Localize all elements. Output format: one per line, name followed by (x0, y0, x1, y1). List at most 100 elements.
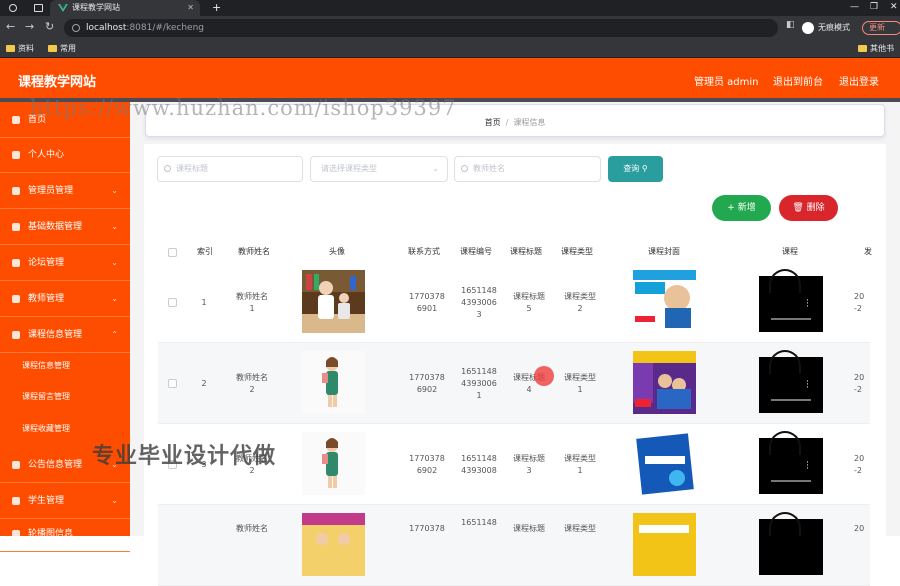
video-progress-bar[interactable] (771, 480, 811, 482)
course-type-placeholder: 请选择课程类型 (321, 164, 377, 173)
cell-type: 课程类型 1 (564, 454, 596, 475)
chevron-up-icon: ⌃ (111, 330, 118, 339)
cell-phone: 1770378 6901 (409, 292, 445, 313)
course-video-player[interactable]: · · · (759, 350, 823, 413)
teacher-avatar-image[interactable] (302, 513, 365, 576)
add-button[interactable]: + 新增 (712, 195, 771, 221)
student-icon (12, 497, 20, 505)
forum-icon (12, 259, 20, 267)
cell-title: 课程标题 (513, 524, 545, 533)
course-title-search-input[interactable]: 课程标题 (157, 156, 303, 182)
select-all-checkbox[interactable] (168, 248, 177, 257)
course-cover-image[interactable] (633, 351, 696, 414)
cell-code: 1651148 4393008 (461, 454, 497, 475)
video-decoration (769, 512, 801, 536)
video-progress-bar[interactable] (771, 399, 811, 401)
incognito-profile[interactable]: 无痕模式 (802, 20, 850, 36)
browser-tab[interactable]: 课程教学网站 ✕ (50, 0, 200, 16)
search-icon: ⚲ (641, 164, 648, 173)
cell-code: 1651148 4393006 1 (461, 367, 497, 400)
site-title: 课程教学网站 (18, 75, 97, 90)
bookmark-folder-ziliao[interactable]: 资料 (4, 40, 34, 58)
sidebar-item-teacher[interactable]: 教师管理 ⌄ (0, 281, 130, 317)
cell-type: 课程类型 (564, 524, 596, 533)
sidebar-subitem-course-info[interactable]: 课程信息管理 (0, 350, 130, 382)
course-type-select[interactable]: 请选择课程类型 ⌄ (310, 156, 448, 182)
sidebar-item-admin[interactable]: 管理员管理 ⌄ (0, 173, 130, 209)
cell-teacher: 教师姓名 1 (236, 292, 268, 313)
close-window-icon[interactable]: ✕ (890, 0, 898, 14)
sidebar-item-forum[interactable]: 论坛管理 ⌄ (0, 245, 130, 281)
video-progress-bar[interactable] (771, 318, 811, 320)
breadcrumb-home[interactable]: 首页 (485, 118, 501, 127)
bookmark-folder-changyong[interactable]: 常用 (46, 40, 76, 58)
close-tab-icon[interactable]: ✕ (187, 0, 194, 16)
forward-icon[interactable]: → (25, 20, 34, 33)
table-row[interactable]: 2 教师姓名 2 1770378 6902 1651148 4393006 1 … (158, 343, 870, 424)
column-header-title: 课程标题 (510, 247, 542, 256)
logout-link[interactable]: 退出登录 (839, 73, 879, 88)
admin-user-label: 管理员 admin (694, 77, 759, 88)
more-options-icon[interactable]: · · · (806, 459, 809, 474)
tab-overview-icon[interactable] (34, 4, 43, 12)
cell-type: 课程类型 1 (564, 373, 596, 394)
cell-phone: 1770378 6902 (409, 373, 445, 394)
query-button[interactable]: 查询 ⚲ (608, 156, 663, 182)
teacher-avatar-image[interactable] (302, 432, 365, 495)
url-input[interactable]: localhost:8081/#/kecheng (64, 19, 778, 37)
sidebar-item-carousel[interactable]: 轮播图信息 (0, 516, 130, 552)
update-button[interactable]: 更新 (862, 21, 900, 35)
cell-type: 课程类型 2 (564, 292, 596, 313)
cell-phone: 1770378 6902 (409, 454, 445, 475)
sidebar-item-profile[interactable]: 个人中心 (0, 137, 130, 173)
more-options-icon[interactable]: · · · (806, 378, 809, 393)
column-header-cover: 课程封面 (648, 247, 680, 256)
column-header-phone: 联系方式 (408, 247, 440, 256)
course-video-player[interactable]: · · · (759, 269, 823, 332)
sidebar: 首页 个人中心 管理员管理 ⌄ 基础数据管理 ⌄ 论坛管理 ⌄ 教师管理 ⌄ 课程信息管… (0, 102, 130, 552)
sidebar-toggle-icon[interactable]: ◧ (786, 20, 795, 30)
restore-icon[interactable]: ❐ (870, 0, 878, 14)
chevron-down-icon: ⌄ (111, 222, 118, 231)
more-options-icon[interactable]: · · · (806, 297, 809, 312)
notice-icon (12, 461, 20, 469)
teacher-avatar-image[interactable] (302, 351, 365, 414)
chevron-down-icon: ⌄ (111, 496, 118, 505)
sidebar-subitem-course-comment[interactable]: 课程留言管理 (0, 381, 130, 413)
teacher-avatar-image[interactable] (302, 270, 365, 333)
back-to-front-link[interactable]: 退出到前台 (773, 73, 823, 88)
globe-icon[interactable] (9, 4, 17, 12)
table-row[interactable]: 教师姓名 1770378 1651148 课程标题 课程类型 20 (158, 505, 870, 586)
video-decoration (769, 269, 801, 293)
minimize-icon[interactable]: — (850, 0, 859, 14)
sidebar-item-basic-data[interactable]: 基础数据管理 ⌄ (0, 209, 130, 245)
main-area: 首页 / 课程信息 课程标题 请选择课程类型 ⌄ 教师姓名 查询 ⚲ + 新增 🗑 … (130, 102, 900, 586)
reload-icon[interactable]: ↻ (45, 20, 54, 33)
sidebar-item-label: 课程信息管理 (28, 330, 83, 340)
delete-button[interactable]: 🗑 删除 (779, 195, 838, 221)
sidebar-item-student[interactable]: 学生管理 ⌄ (0, 483, 130, 519)
cell-phone: 1770378 (409, 524, 445, 533)
chevron-down-icon: ⌄ (111, 294, 118, 303)
course-cover-image[interactable] (633, 432, 696, 495)
search-icon (164, 165, 171, 172)
row-checkbox[interactable] (168, 379, 177, 388)
course-video-player[interactable] (759, 512, 823, 575)
add-label: 新增 (737, 203, 756, 213)
column-header-teacher: 教师姓名 (238, 247, 270, 256)
new-tab-icon[interactable]: + (212, 0, 221, 15)
site-info-icon[interactable] (72, 24, 80, 32)
trash-icon: 🗑 (792, 203, 804, 213)
row-checkbox[interactable] (168, 298, 177, 307)
cell-title: 课程标题 3 (513, 454, 545, 475)
course-cover-image[interactable] (633, 270, 696, 333)
teacher-icon (12, 295, 20, 303)
course-video-player[interactable]: · · · (759, 431, 823, 494)
sidebar-item-course-info[interactable]: 课程信息管理 ⌃ (0, 317, 130, 353)
back-icon[interactable]: ← (6, 20, 15, 33)
table-row[interactable]: 1 教师姓名 1 1770378 6901 1651148 4393006 3 … (158, 262, 870, 343)
teacher-name-search-input[interactable]: 教师姓名 (454, 156, 601, 182)
column-header-avatar: 头像 (329, 247, 345, 256)
chevron-down-icon: ⌄ (111, 186, 118, 195)
course-cover-image[interactable] (633, 513, 696, 576)
